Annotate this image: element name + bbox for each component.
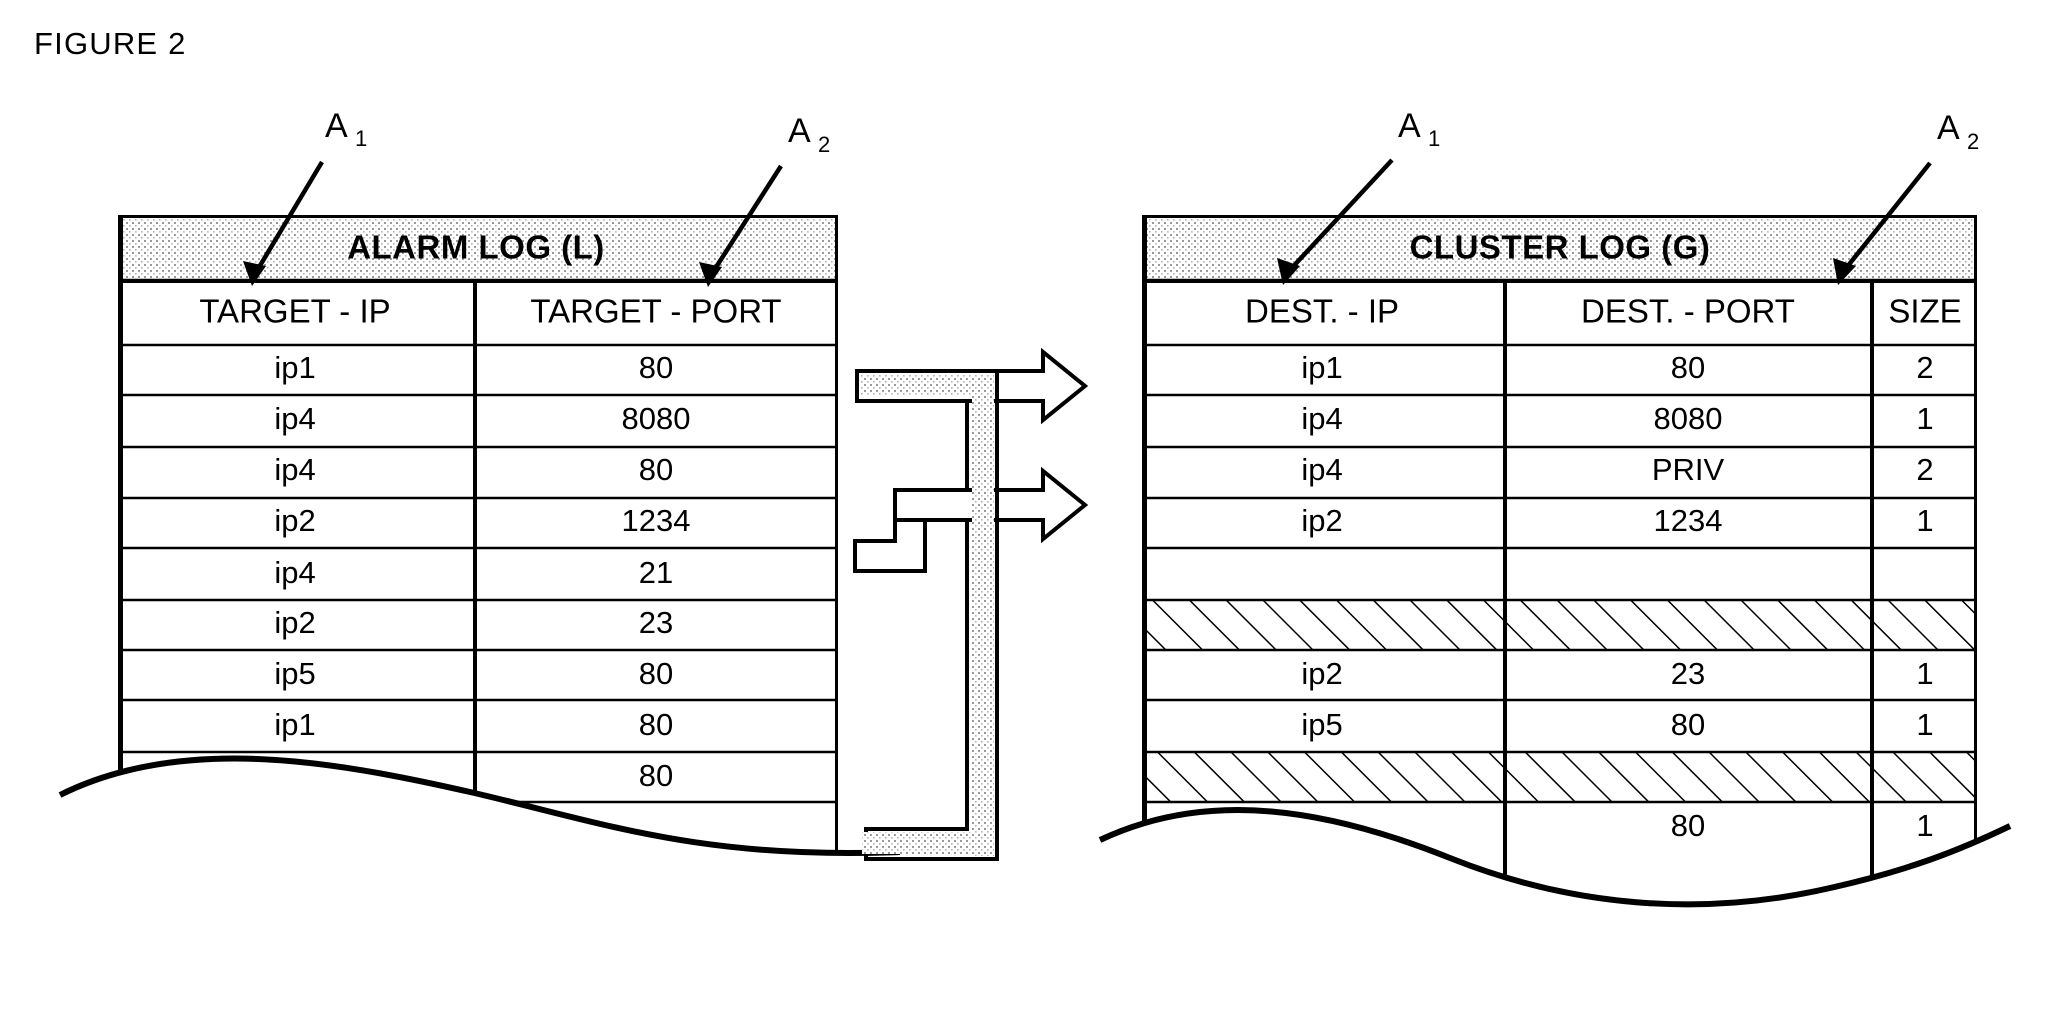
- callout-a1-right-label: A: [1398, 107, 1421, 145]
- alarm-log-cell-ip: ip5: [274, 656, 315, 691]
- alarm-log-rows: ip1 80 ip4 8080 ip4 80 ip2 1234 ip4 21 i…: [274, 350, 690, 793]
- callout-a1-left-label: A: [325, 107, 348, 145]
- cluster-log-cell-ip: ip2: [1301, 656, 1342, 691]
- cluster-log-cell-ip: ip4: [1301, 401, 1342, 436]
- alarm-log-cell-port: 80: [639, 758, 673, 793]
- cluster-log-cell-size: 1: [1916, 707, 1933, 742]
- alarm-log-cell-ip: ip4: [274, 452, 315, 487]
- arrow-head-texture: [860, 375, 972, 395]
- alarm-log-cell-port: 80: [639, 452, 673, 487]
- alarm-log-cell-port: 80: [639, 707, 673, 742]
- cluster-log-cell-size: 1: [1916, 808, 1933, 843]
- callout-a2-left-label: A: [788, 112, 811, 150]
- arrow-foot-texture: [862, 832, 972, 854]
- figure-root: FIGURE 2 ALARM LOG (L) TARGET - IP TARGE…: [0, 0, 2051, 1020]
- cluster-log-cell-size: 1: [1916, 401, 1933, 436]
- alarm-log-cell-port: 8080: [622, 401, 691, 436]
- cluster-log-cell-port: 23: [1671, 656, 1705, 691]
- cluster-log-header-dest-port: DEST. - PORT: [1581, 293, 1795, 330]
- alarm-log-cell-port: 80: [639, 656, 673, 691]
- cluster-log-cell-ip: ip5: [1301, 707, 1342, 742]
- cluster-log-header-dest-ip: DEST. - IP: [1245, 293, 1399, 330]
- alarm-log-cell-ip: ip4: [274, 401, 315, 436]
- alarm-log-cell-ip: ip4: [274, 555, 315, 590]
- alarm-log-cell-port: 1234: [622, 503, 691, 538]
- callout-a2-left-subscript: 2: [818, 132, 830, 157]
- alarm-log-cell-ip: ip2: [274, 605, 315, 640]
- figure-canvas: ALARM LOG (L) TARGET - IP TARGET - PORT …: [58, 107, 2012, 1020]
- alarm-log-cell-port: 21: [639, 555, 673, 590]
- cluster-log-cell-size: 1: [1916, 656, 1933, 691]
- arrow-trunk-texture: [972, 374, 994, 856]
- cluster-log-cell-ip: ip2: [1301, 503, 1342, 538]
- cluster-log-header-size: SIZE: [1888, 293, 1961, 330]
- arrow-manifold: [853, 347, 1089, 861]
- alarm-log-tear-mask: [60, 758, 900, 1020]
- cluster-log-cell-size: 1: [1916, 503, 1933, 538]
- cluster-log-cell-port: 8080: [1654, 401, 1723, 436]
- cluster-log-hatched-row: [1144, 600, 1977, 650]
- alarm-log-table: ALARM LOG (L) TARGET - IP TARGET - PORT …: [58, 215, 901, 1020]
- callout-a1-left-subscript: 1: [355, 126, 367, 151]
- cluster-log-cell-port: 80: [1671, 707, 1705, 742]
- alarm-log-cell-ip: ip1: [274, 707, 315, 742]
- cluster-log-cell-size: 2: [1916, 452, 1933, 487]
- cluster-log-cell-ip: ip4: [1301, 452, 1342, 487]
- cluster-log-cell-port: 1234: [1654, 503, 1723, 538]
- cluster-log-cell-port: PRIV: [1652, 452, 1725, 487]
- alarm-log-row-rules: [118, 278, 838, 804]
- callout-a2-right-label: A: [1937, 109, 1960, 147]
- cluster-log-cell-port: 80: [1671, 350, 1705, 385]
- cluster-log-cell-ip: ip1: [1301, 350, 1342, 385]
- cluster-log-cell-size: 2: [1916, 350, 1933, 385]
- alarm-log-header-target-port: TARGET - PORT: [530, 293, 781, 330]
- alarm-log-cell-ip: ip1: [274, 350, 315, 385]
- cluster-log-table: CLUSTER LOG (G) DEST. - IP DEST. - PORT …: [1098, 215, 2012, 1020]
- cluster-log-hatched-row: [1144, 752, 1977, 802]
- cluster-log-band-title: CLUSTER LOG (G): [1410, 229, 1711, 266]
- cluster-log-cell-port: 80: [1671, 808, 1705, 843]
- cluster-log-row-rules: [1142, 278, 1977, 804]
- alarm-log-header-target-ip: TARGET - IP: [199, 293, 390, 330]
- alarm-log-cell-ip: ip2: [274, 503, 315, 538]
- callout-a2-right-subscript: 2: [1967, 129, 1979, 154]
- callout-a1-right-subscript: 1: [1428, 126, 1440, 151]
- alarm-log-band-title: ALARM LOG (L): [347, 229, 605, 266]
- alarm-log-cell-port: 23: [639, 605, 673, 640]
- alarm-log-cell-port: 80: [639, 350, 673, 385]
